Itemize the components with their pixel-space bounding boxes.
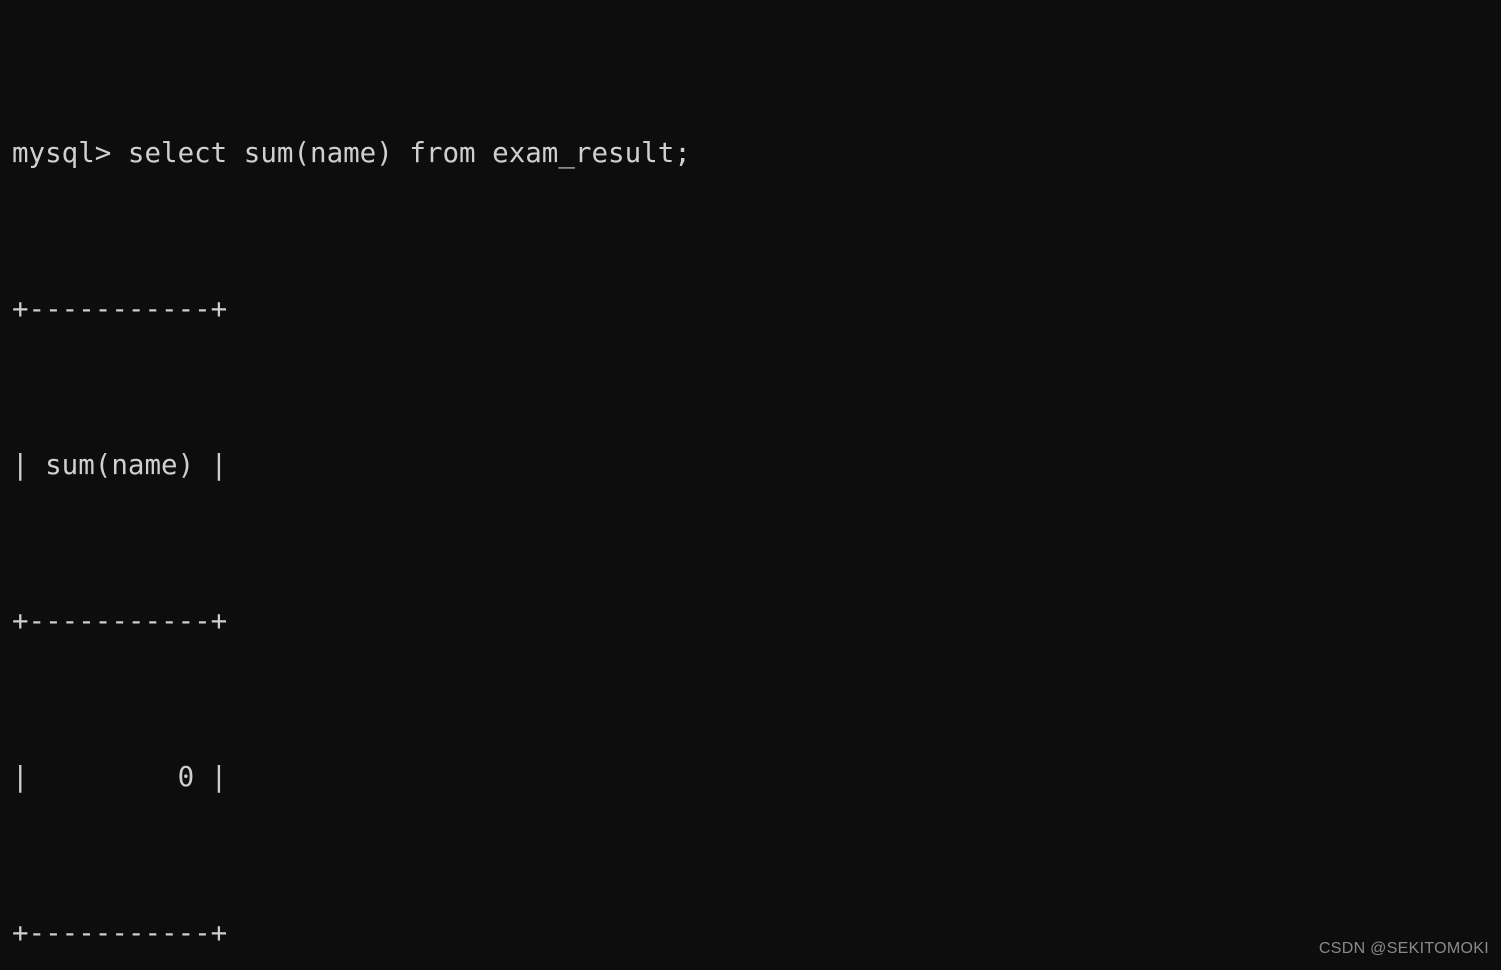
table1-header-separator: +-----------+ [12, 605, 228, 637]
table1-data-row: | 0 | [12, 761, 228, 793]
table1-header-row: | sum(name) | [12, 449, 228, 481]
table1-top-border: +-----------+ [12, 293, 228, 325]
table1-bottom-border: +-----------+ [12, 917, 228, 949]
terminal-window[interactable]: mysql> select sum(name) from exam_result… [0, 0, 1501, 970]
terminal-output-area[interactable]: mysql> select sum(name) from exam_result… [12, 17, 1055, 970]
command-line-select: mysql> select sum(name) from exam_result… [12, 137, 691, 169]
watermark-label: CSDN @SEKITOMOKI [1318, 940, 1489, 957]
